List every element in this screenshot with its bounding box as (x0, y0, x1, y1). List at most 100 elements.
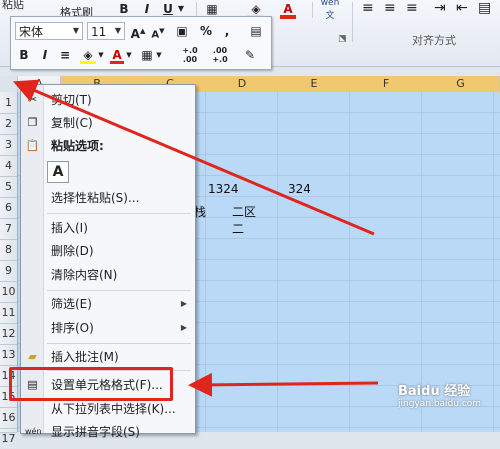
menu-item-label: 清除内容(N) (51, 268, 118, 282)
row-header[interactable]: 9 (0, 260, 17, 282)
column-header-d[interactable]: D (206, 76, 279, 92)
cell-d8[interactable]: 二 (232, 220, 244, 237)
menu-item-cut[interactable]: ✂ 剪切(T) (21, 89, 195, 111)
column-header-g[interactable]: G (422, 76, 500, 92)
font-size-value: 11 (91, 25, 107, 39)
borders-icon[interactable]: ▦ (139, 46, 155, 64)
chevron-down-icon: ▼ (72, 26, 80, 35)
submenu-arrow-icon: ▶ (180, 323, 187, 332)
row-header[interactable]: 5 (0, 176, 17, 198)
dialog-launcher-icon[interactable]: ⬔ (338, 34, 347, 44)
watermark: Baidu 经验 jingyan.baidu.com (398, 380, 496, 426)
menu-item-label: 删除(D) (51, 244, 94, 258)
menu-item-pick-from-list[interactable]: 从下拉列表中选择(K)... (21, 398, 195, 420)
menu-item-label: 复制(C) (51, 116, 93, 130)
grow-font-label: A (130, 27, 140, 41)
menu-item-label: 粘贴选项: (51, 139, 104, 153)
menu-item-label: 选择性粘贴(S)... (51, 191, 140, 205)
comment-icon: ▰ (28, 350, 37, 363)
row-header[interactable]: 10 (0, 281, 17, 303)
merge-icon[interactable]: ▤ (478, 0, 491, 16)
select-all-corner[interactable] (0, 76, 18, 92)
menu-separator (47, 290, 191, 291)
column-header-f[interactable]: F (350, 76, 423, 92)
row-header[interactable]: 8 (0, 239, 17, 261)
watermark-line-1: Baidu 经验 (398, 384, 471, 399)
comma-button[interactable]: , (221, 22, 233, 40)
copy-icon: ❐ (27, 116, 38, 129)
menu-item-show-pinyin[interactable]: wén 显示拼音字段(S) (21, 421, 195, 443)
italic-button[interactable]: I (39, 46, 51, 64)
align-left-icon[interactable]: ≡ (362, 0, 374, 16)
menu-item-clear-contents[interactable]: 清除内容(N) (21, 264, 195, 286)
align-center-button[interactable]: ≡ (57, 46, 73, 64)
row-header[interactable]: 2 (0, 113, 17, 135)
font-color-letter: A (112, 48, 122, 62)
menu-separator (47, 213, 191, 214)
font-size-select[interactable]: 11 ▼ (87, 22, 125, 40)
align-center-icon[interactable]: ≡ (384, 0, 396, 16)
menu-item-paste-special[interactable]: 选择性粘贴(S)... (21, 187, 195, 209)
row-header[interactable]: 16 (0, 407, 17, 429)
cell-d6[interactable]: 324 (288, 182, 311, 196)
chevron-down-icon[interactable]: ▼ (125, 46, 133, 64)
cell-d7[interactable]: 二区 (232, 203, 256, 220)
wrap-text-icon[interactable]: wén 文 (318, 0, 342, 22)
shrink-font-button[interactable]: A▼ (149, 22, 167, 40)
font-name-select[interactable]: 宋体 ▼ (15, 22, 83, 40)
ribbon-divider (312, 2, 313, 18)
menu-item-label: 显示拼音字段(S) (51, 425, 140, 439)
chevron-down-icon[interactable]: ▼ (155, 46, 163, 64)
submenu-arrow-icon: ▶ (180, 299, 187, 308)
row-header[interactable]: 7 (0, 218, 17, 240)
menu-item-paste-options: 📋 粘贴选项: (21, 135, 195, 157)
bold-button[interactable]: B (17, 46, 31, 64)
accounting-format-icon[interactable]: ▣ (171, 22, 193, 40)
percent-button[interactable]: % (199, 22, 213, 40)
chevron-down-icon[interactable]: ▼ (97, 46, 105, 64)
menu-item-delete[interactable]: 删除(D) (21, 240, 195, 262)
row-header[interactable]: 4 (0, 155, 17, 177)
decrease-decimal-button[interactable]: .00 +.0 (207, 46, 233, 64)
font-name-value: 宋体 (19, 25, 44, 39)
font-color-swatch (110, 61, 124, 64)
shrink-font-label: A (151, 29, 160, 41)
menu-item-copy[interactable]: ❐ 复制(C) (21, 112, 195, 134)
row-header[interactable]: 1 (0, 92, 17, 114)
alignment-group-label: 对齐方式 (412, 34, 456, 47)
scissors-icon: ✂ (27, 93, 38, 106)
highlight-box (9, 367, 173, 401)
paste-option-button[interactable]: A (47, 161, 69, 183)
menu-separator (47, 343, 191, 344)
menu-item-sort[interactable]: 排序(O) ▶ (21, 317, 195, 339)
ribbon-divider (352, 2, 353, 42)
row-header[interactable]: 6 (0, 197, 17, 219)
format-painter-icon[interactable]: ✎ (241, 46, 259, 64)
outdent-icon[interactable]: ⇤ (456, 0, 468, 16)
menu-item-label: 筛选(E) (51, 297, 92, 311)
row-header[interactable]: 12 (0, 323, 17, 345)
menu-item-label: 插入(I) (51, 221, 88, 235)
row-header[interactable]: 3 (0, 134, 17, 156)
font-color-swatch (280, 15, 296, 19)
paste-label[interactable]: 粘贴 (2, 0, 24, 12)
align-right-icon[interactable]: ≡ (406, 0, 418, 16)
row-header[interactable]: 17 (0, 428, 17, 445)
chevron-down-icon: ▼ (114, 26, 122, 35)
format-table-icon[interactable]: ▤ (247, 22, 265, 40)
menu-item-label: 排序(O) (51, 321, 94, 335)
grow-font-button[interactable]: A▲ (129, 22, 147, 41)
cell-c6[interactable]: 1324 (208, 182, 239, 196)
column-header-e[interactable]: E (278, 76, 351, 92)
menu-item-filter[interactable]: 筛选(E) ▶ (21, 293, 195, 315)
mini-toolbar: 宋体 ▼ 11 ▼ A▲ A▼ ▣ % , ▤ B I ≡ ◈ ▼ A ▼ ▦ … (10, 16, 272, 70)
row-header[interactable]: 11 (0, 302, 17, 324)
increase-decimal-button[interactable]: +.0 .00 (177, 46, 203, 64)
indent-icon[interactable]: ⇥ (434, 0, 446, 16)
menu-item-insert-comment[interactable]: ▰ 插入批注(M) (21, 346, 195, 368)
watermark-line-2: jingyan.baidu.com (398, 399, 482, 409)
menu-item-label: 剪切(T) (51, 93, 92, 107)
menu-item-insert[interactable]: 插入(I) (21, 217, 195, 239)
row-header[interactable]: 13 (0, 344, 17, 366)
menu-item-label: 插入批注(M) (51, 350, 119, 364)
